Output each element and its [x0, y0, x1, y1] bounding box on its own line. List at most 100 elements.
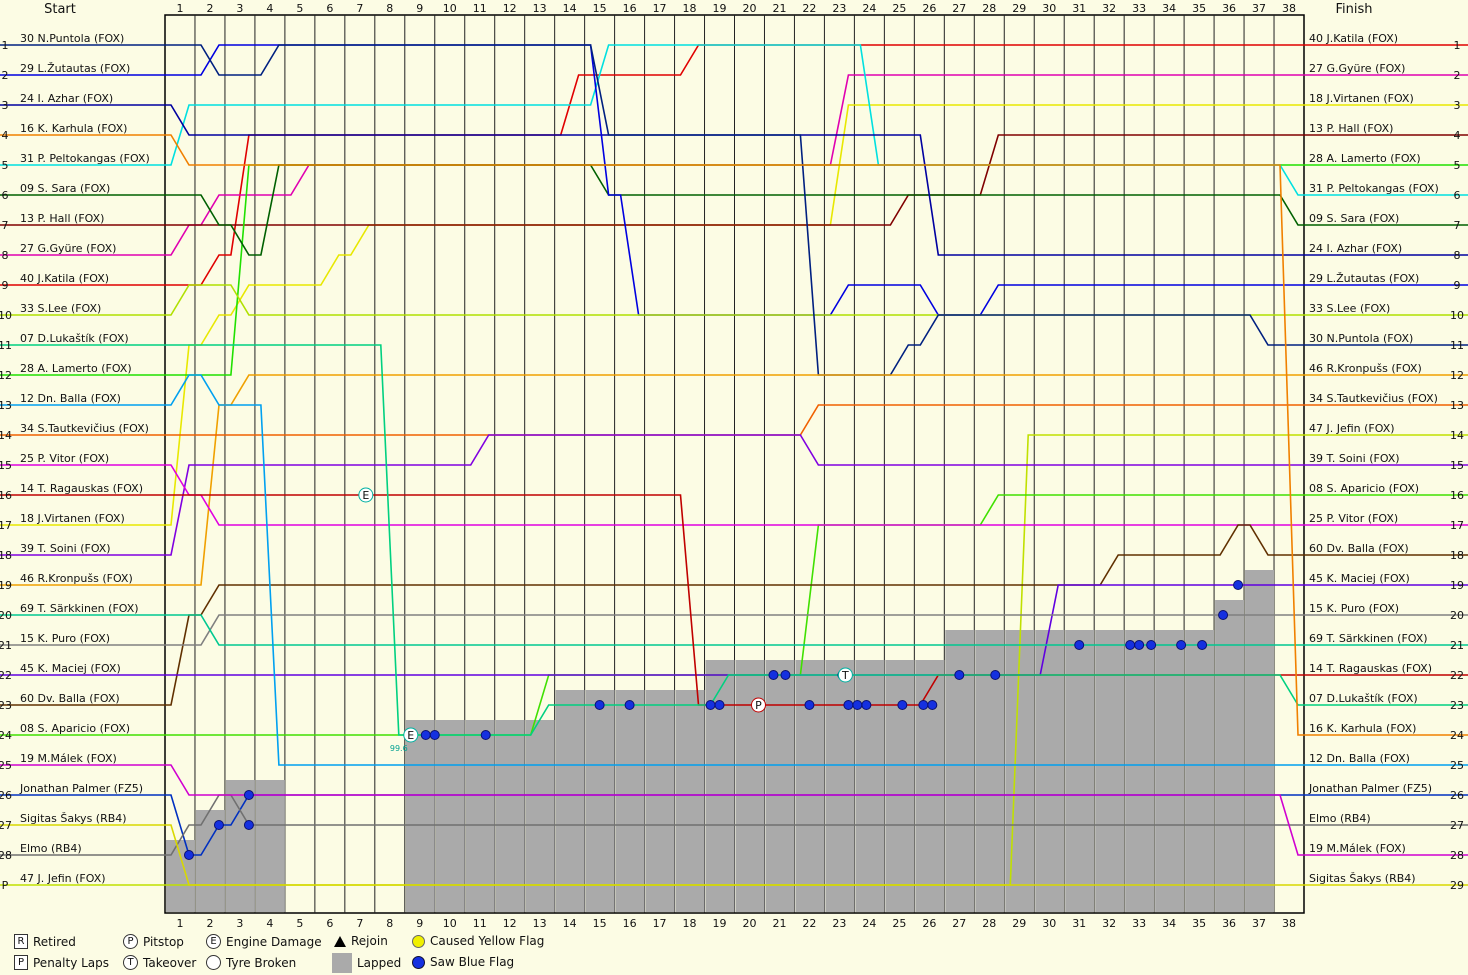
blue-flag-dot: [1125, 640, 1136, 650]
finish-driver-label: 15 K. Puro (FOX): [1309, 602, 1399, 615]
finish-driver-label: 12 Dn. Balla (FOX): [1309, 752, 1410, 765]
lap-tick-label-bottom: 28: [982, 917, 996, 930]
lap-tick-label-bottom: 38: [1282, 917, 1296, 930]
lap-tick-label-bottom: 15: [593, 917, 607, 930]
start-driver-label: 18 J.Virtanen (FOX): [20, 512, 125, 525]
lap-tick-label-bottom: 34: [1162, 917, 1176, 930]
legend-label: Takeover: [143, 955, 197, 970]
position-label-right: 4: [1454, 129, 1461, 142]
start-header: Start: [44, 2, 76, 17]
start-driver-label: 40 J.Katila (FOX): [20, 272, 109, 285]
position-label-left: 6: [2, 189, 9, 202]
finish-driver-label: 18 J.Virtanen (FOX): [1309, 92, 1414, 105]
finish-driver-label: 30 N.Puntola (FOX): [1309, 332, 1413, 345]
blue-flag-dot: [420, 730, 431, 740]
lap-tick-label-bottom: 32: [1102, 917, 1116, 930]
legend-label: Rejoin: [351, 934, 388, 948]
legend-label: Tyre Broken: [226, 955, 297, 970]
blue-flag-dot: [183, 850, 194, 860]
lapped-bar: [915, 660, 945, 912]
position-label-right: 11: [1450, 339, 1464, 352]
lapped-bar: [525, 720, 555, 912]
start-driver-label: 29 L.Žutautas (FOX): [20, 62, 130, 75]
blue-flag-dot: [429, 730, 440, 740]
lap-tick-label-top: 28: [982, 2, 996, 15]
lap-tick-label-bottom: 14: [563, 917, 577, 930]
engine-glyph: E: [407, 729, 414, 742]
position-label-right: 28: [1450, 849, 1464, 862]
lap-tick-label-bottom: 13: [533, 917, 547, 930]
blue-flag-dot: [213, 820, 224, 830]
lap-tick-label-bottom: 3: [236, 917, 243, 930]
finish-driver-label: 25 P. Vitor (FOX): [1309, 512, 1398, 525]
blue-flag-dot: [624, 700, 635, 710]
lapped-bar: [405, 720, 435, 912]
position-label-right: 10: [1450, 309, 1464, 322]
lapped-bar: [495, 720, 525, 912]
lap-tick-label-bottom: 11: [473, 917, 487, 930]
lap-tick-label-bottom: 20: [742, 917, 756, 930]
legend: R Retired P Penalty Laps P Pitstop T Takeove…: [14, 934, 574, 974]
lap-tick-label-bottom: 4: [266, 917, 273, 930]
lap-tick-label-top: 3: [236, 2, 243, 15]
lap-tick-label-bottom: 7: [356, 917, 363, 930]
engine-glyph: E: [362, 489, 369, 502]
position-label-left: 13: [0, 399, 12, 412]
blue-flag-dot: [1233, 580, 1244, 590]
finish-driver-label: 34 S.Tautkevičius (FOX): [1309, 392, 1438, 405]
lapped-bar: [1065, 630, 1095, 912]
position-label-right: 2: [1454, 69, 1461, 82]
start-driver-label: 46 R.Kronpušs (FOX): [20, 572, 133, 585]
start-driver-label: 31 P. Peltokangas (FOX): [20, 152, 150, 165]
position-label-right: 29: [1450, 879, 1464, 892]
legend-blue-flag: Saw Blue Flag: [412, 955, 514, 969]
start-driver-label: 14 T. Ragauskas (FOX): [20, 482, 143, 495]
lap-tick-label-top: 26: [922, 2, 936, 15]
finish-driver-label: 27 G.Gyüre (FOX): [1309, 62, 1405, 75]
position-label-left: 26: [0, 789, 12, 802]
position-label-left: 27: [0, 819, 12, 832]
position-label-left: 10: [0, 309, 12, 322]
lap-tick-label-top: 22: [802, 2, 816, 15]
position-label-right: 14: [1450, 429, 1464, 442]
lap-tick-label-bottom: 19: [713, 917, 727, 930]
takeover-glyph: T: [841, 669, 849, 682]
lap-tick-label-top: 19: [713, 2, 727, 15]
lap-tick-label-bottom: 25: [892, 917, 906, 930]
position-label-left: 4: [2, 129, 9, 142]
legend-engine: E Engine Damage: [206, 934, 322, 949]
position-label-right: 20: [1450, 609, 1464, 622]
blue-flag-dot: [1146, 640, 1157, 650]
position-label-right: 27: [1450, 819, 1464, 832]
lap-tick-label-top: 36: [1222, 2, 1236, 15]
blue-flag-dot: [852, 700, 863, 710]
position-label-left: P: [2, 879, 9, 892]
position-label-right: 15: [1450, 459, 1464, 472]
lapped-bar: [765, 660, 795, 912]
finish-driver-label: Sigitas Šakys (RB4): [1309, 872, 1416, 885]
start-driver-label: 08 S. Aparicio (FOX): [20, 722, 130, 735]
lap-tick-label-top: 14: [563, 2, 577, 15]
start-driver-label: 34 S.Tautkevičius (FOX): [20, 422, 149, 435]
finish-driver-label: 24 I. Azhar (FOX): [1309, 242, 1402, 255]
finish-driver-label: 40 J.Katila (FOX): [1309, 32, 1398, 45]
lap-tick-label-bottom: 22: [802, 917, 816, 930]
lapped-bar: [1035, 630, 1065, 912]
position-label-left: 21: [0, 639, 12, 652]
start-driver-label: 39 T. Soini (FOX): [20, 542, 111, 555]
retired-icon: R: [14, 934, 28, 949]
position-label-left: 11: [0, 339, 12, 352]
position-label-left: 19: [0, 579, 12, 592]
position-label-right: 24: [1450, 729, 1464, 742]
finish-driver-label: 09 S. Sara (FOX): [1309, 212, 1399, 225]
lapped-bar: [675, 690, 705, 912]
pitstop-icon: P: [123, 934, 138, 949]
blue-flag-dot: [768, 670, 779, 680]
tyre-broken-icon: [206, 955, 221, 970]
legend-label: Pitstop: [143, 934, 184, 949]
lapped-bar: [1215, 600, 1245, 912]
lap-tick-label-top: 17: [653, 2, 667, 15]
position-label-left: 16: [0, 489, 12, 502]
position-label-left: 14: [0, 429, 12, 442]
position-label-right: 26: [1450, 789, 1464, 802]
